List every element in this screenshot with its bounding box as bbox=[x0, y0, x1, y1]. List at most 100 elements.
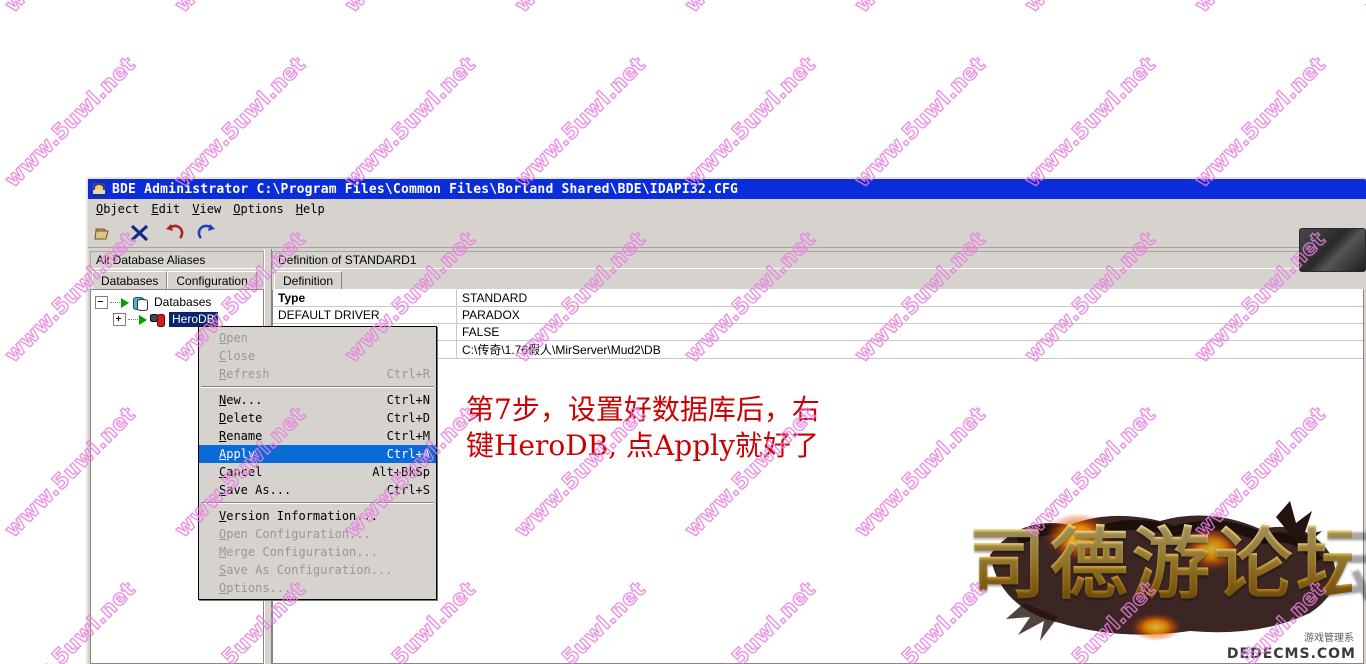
watermark-text: www.5uwl.net bbox=[169, 51, 311, 193]
expander-minus-icon[interactable] bbox=[95, 296, 108, 309]
alias-tree: Databases HeroDB bbox=[91, 290, 263, 328]
context-menu-item-accelerator: Ctrl+N bbox=[386, 393, 430, 407]
context-menu-item-accelerator: Ctrl+S bbox=[386, 483, 430, 497]
definition-key: DEFAULT DRIVER bbox=[273, 306, 457, 324]
tab-databases[interactable]: Databases bbox=[92, 271, 168, 289]
context-menu-item-save-as[interactable]: Save As... Ctrl+S bbox=[199, 481, 436, 499]
context-menu-item-close: Close bbox=[199, 347, 436, 365]
watermark-text: www.5uwl.net bbox=[849, 51, 991, 193]
watermark-text: www.5uwl.net bbox=[1019, 51, 1161, 193]
context-menu-item-label: New... bbox=[219, 393, 263, 407]
table-row[interactable]: DEFAULT DRIVER PARADOX bbox=[273, 306, 1363, 324]
watermark-text: www.5uwl.net bbox=[339, 0, 481, 18]
watermark-text: www.5uwl.net bbox=[849, 0, 991, 18]
watermark-text: www.5uwl.net bbox=[1359, 51, 1366, 193]
watermark-text: www.5uwl.net bbox=[509, 0, 651, 18]
menu-label-object: Object bbox=[96, 202, 140, 216]
context-menu-item-cancel[interactable]: Cancel Alt+BkSp bbox=[199, 463, 436, 481]
green-triangle-icon bbox=[121, 297, 129, 308]
context-menu-item-apply[interactable]: Apply Ctrl+A bbox=[199, 445, 436, 463]
menu-label-help: Help bbox=[295, 202, 325, 216]
menu-view[interactable]: View bbox=[189, 201, 230, 217]
context-menu-item-label: Save As Configuration... bbox=[219, 563, 393, 577]
definition-key: Type bbox=[273, 290, 457, 307]
watermark-text: www.5uwl.net bbox=[679, 51, 821, 193]
context-menu-item-label: Version Information... bbox=[219, 509, 378, 523]
context-menu-item-label: Open Configuration... bbox=[219, 527, 371, 541]
context-menu-item-accelerator: Alt+BkSp bbox=[372, 465, 430, 479]
right-pane-tab-strip: Definition bbox=[272, 269, 1364, 289]
context-menu-item-save-as-configuration: Save As Configuration... bbox=[199, 561, 436, 579]
redo-arrow-icon[interactable] bbox=[196, 222, 220, 244]
context-menu-item-label: Save As... bbox=[219, 483, 292, 497]
undo-arrow-icon[interactable] bbox=[162, 222, 186, 244]
watermark-text: www.5uwl.net bbox=[1189, 51, 1331, 193]
context-menu-item-refresh: Refresh Ctrl+R bbox=[199, 365, 436, 383]
menu-help[interactable]: Help bbox=[293, 201, 334, 217]
watermark-text: www.5uwl.net bbox=[509, 51, 651, 193]
toolbar bbox=[88, 219, 1366, 248]
context-menu-item-delete[interactable]: Delete Ctrl+D bbox=[199, 409, 436, 427]
menu-object[interactable]: Object bbox=[93, 201, 148, 217]
table-row[interactable]: Type STANDARD bbox=[273, 290, 1363, 307]
context-menu-item-label: Apply bbox=[219, 447, 256, 461]
context-menu-item-rename[interactable]: Rename Ctrl+M bbox=[199, 427, 436, 445]
context-menu-item-open: Open bbox=[199, 329, 436, 347]
watermark-text: www.5uwl.net bbox=[1359, 0, 1366, 18]
watermark-text: www.5uwl.net bbox=[1189, 0, 1331, 18]
watermark-text: www.5uwl.net bbox=[679, 0, 821, 18]
window-title: BDE Administrator C:\Program Files\Commo… bbox=[112, 181, 739, 197]
left-pane-header: All Database Aliases bbox=[90, 251, 264, 269]
context-menu-item-accelerator: Ctrl+M bbox=[386, 429, 430, 443]
context-menu-item-accelerator: Ctrl+A bbox=[386, 447, 430, 461]
context-menu-item-label: Close bbox=[219, 349, 256, 363]
watermark-text: www.5uwl.net bbox=[0, 0, 141, 18]
context-menu-item-label: Rename bbox=[219, 429, 263, 443]
menu-edit[interactable]: Edit bbox=[148, 201, 189, 217]
context-menu-item-merge-configuration: Merge Configuration... bbox=[199, 543, 436, 561]
definition-value[interactable]: FALSE bbox=[456, 323, 1363, 341]
context-menu-item-version-information[interactable]: Version Information... bbox=[199, 507, 436, 525]
context-menu-item-label: Merge Configuration... bbox=[219, 545, 378, 559]
menu-separator bbox=[201, 386, 434, 388]
object-context-menu: Open Close Refresh Ctrl+R New... Ctrl+N Delete… bbox=[198, 326, 437, 600]
context-menu-item-open-configuration: Open Configuration... bbox=[199, 525, 436, 543]
context-menu-item-label: Options... bbox=[219, 581, 292, 595]
watermark-text: www.5uwl.net bbox=[1019, 0, 1161, 18]
watermark-text: www.5uwl.net bbox=[0, 51, 141, 193]
context-menu-item-accelerator: Ctrl+D bbox=[386, 411, 430, 425]
expander-plus-icon[interactable] bbox=[113, 313, 126, 326]
definition-value[interactable]: STANDARD bbox=[456, 290, 1363, 307]
tab-configuration[interactable]: Configuration bbox=[167, 271, 257, 289]
context-menu-item-label: Open bbox=[219, 331, 248, 345]
folder-icon[interactable] bbox=[94, 222, 118, 244]
tree-label-herodb[interactable]: HeroDB bbox=[169, 312, 218, 327]
tab-definition[interactable]: Definition bbox=[274, 271, 343, 289]
database-folder-icon bbox=[132, 296, 148, 311]
right-pane-header: Definition of STANDARD1 bbox=[272, 251, 1364, 269]
tree-connector bbox=[128, 318, 138, 321]
x-mark-icon[interactable] bbox=[128, 222, 152, 244]
context-menu-item-options: Options... bbox=[199, 579, 436, 597]
watermark-text: www.5uwl.net bbox=[169, 0, 311, 18]
definition-value[interactable]: PARADOX bbox=[456, 306, 1363, 324]
menu-options[interactable]: Options bbox=[230, 201, 293, 217]
bde-app-icon bbox=[91, 181, 106, 197]
corner-thumbnail-image bbox=[1299, 228, 1366, 272]
context-menu-item-accelerator: Ctrl+R bbox=[386, 367, 430, 381]
tree-label-databases: Databases bbox=[154, 295, 212, 309]
menu-label-edit: Edit bbox=[151, 202, 181, 216]
menu-label-view: View bbox=[192, 202, 222, 216]
left-pane-tab-strip: Databases Configuration bbox=[90, 269, 264, 289]
alias-icon bbox=[150, 313, 165, 327]
definition-value[interactable]: C:\传奇\1.76假人\MirServer\Mud2\DB bbox=[456, 340, 1363, 359]
menu-separator bbox=[201, 502, 434, 504]
menu-label-options: Options bbox=[233, 202, 284, 216]
context-menu-item-label: Delete bbox=[219, 411, 263, 425]
title-bar: BDE Administrator C:\Program Files\Commo… bbox=[88, 179, 1366, 199]
context-menu-item-new[interactable]: New... Ctrl+N bbox=[199, 391, 436, 409]
watermark-text: www.5uwl.net bbox=[339, 51, 481, 193]
green-triangle-icon bbox=[139, 314, 147, 325]
context-menu-item-label: Refresh bbox=[219, 367, 270, 381]
tree-row-databases[interactable]: Databases bbox=[95, 294, 263, 311]
